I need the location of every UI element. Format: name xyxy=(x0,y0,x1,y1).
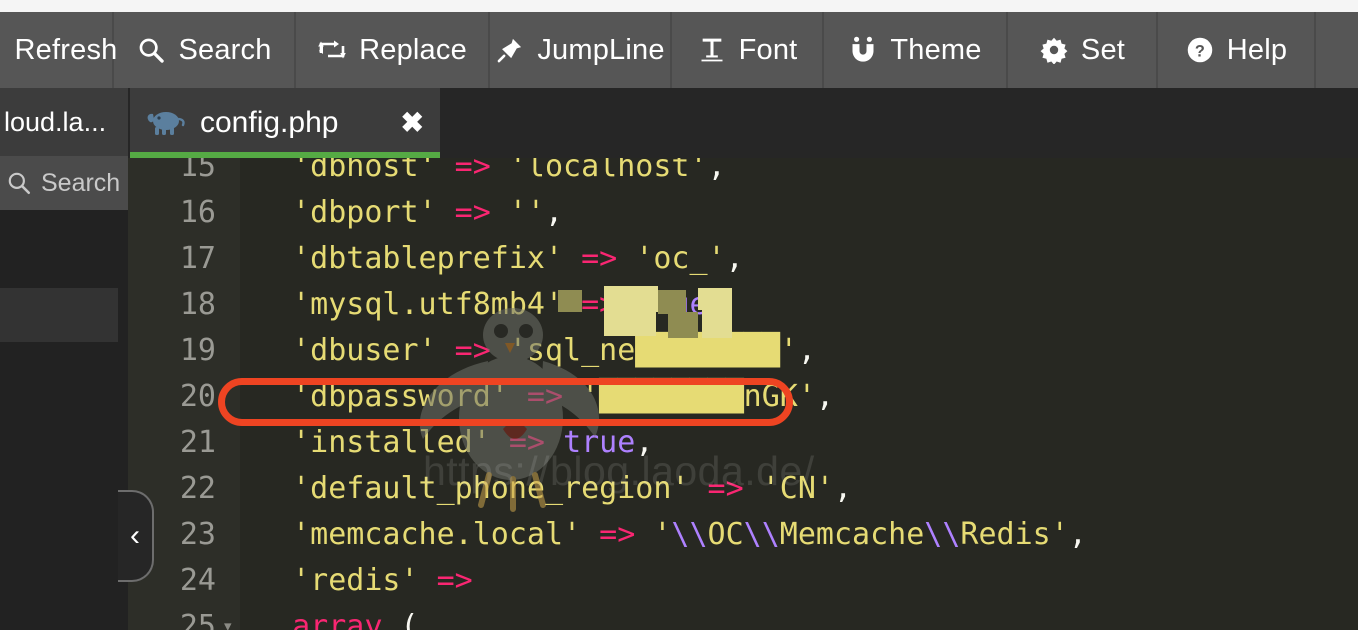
pin-icon xyxy=(495,35,525,65)
gear-icon xyxy=(1039,35,1069,65)
search-icon xyxy=(6,170,32,196)
chevron-left-icon: ‹ xyxy=(130,519,140,553)
toolbar-button-label: Set xyxy=(1081,34,1125,67)
window-top-strip xyxy=(0,0,1358,12)
line-number: 20 xyxy=(128,374,216,420)
toolbar-button-jumpline[interactable]: JumpLine xyxy=(490,12,672,88)
code-editor[interactable]: https://blog.laoda.de/ 15 'dbhost' => 'l… xyxy=(128,158,1358,630)
tab-config-php[interactable]: config.php ✖ xyxy=(130,88,440,158)
line-number: 17 xyxy=(128,236,216,282)
code-line[interactable]: 25▾ array ( xyxy=(240,604,1358,630)
search-icon xyxy=(136,35,166,65)
toolbar-button-refresh[interactable]: Refresh xyxy=(0,12,114,88)
code-line-text: 'dbhost' => 'localhost', xyxy=(256,158,726,190)
code-line[interactable]: 15 'dbhost' => 'localhost', xyxy=(240,158,1358,190)
toolbar: Refresh Search Replace JumpLine Font Theme Set… xyxy=(0,12,1358,88)
code-line[interactable]: 18 'mysql.utf8mb4' => true, xyxy=(240,282,1358,328)
line-number: 19 xyxy=(128,328,216,374)
code-line[interactable]: 22 'default_phone_region' => 'CN', xyxy=(240,466,1358,512)
font-icon xyxy=(697,35,727,65)
code-line[interactable]: 24 'redis' => xyxy=(240,558,1358,604)
sidebar-list-item[interactable] xyxy=(0,288,118,342)
tab-bar: config.php ✖ xyxy=(128,88,1358,158)
code-line-text: 'dbport' => '', xyxy=(256,190,563,236)
toolbar-button-set[interactable]: Set xyxy=(1008,12,1158,88)
code-line[interactable]: 21 'installed' => true, xyxy=(240,420,1358,466)
code-line[interactable]: 19 'dbuser' => 'sql_ne████████', xyxy=(240,328,1358,374)
code-line-text: 'dbuser' => 'sql_ne████████', xyxy=(256,328,816,374)
toolbar-button-search[interactable]: Search xyxy=(114,12,296,88)
sidebar-search-label: Search xyxy=(41,169,120,198)
toolbar-button-label: Help xyxy=(1227,34,1287,67)
magnet-icon xyxy=(848,35,878,65)
toolbar-button-label: Replace xyxy=(359,34,467,67)
code-fold-toggle[interactable]: ▾ xyxy=(224,604,238,630)
line-number: 18 xyxy=(128,282,216,328)
sidebar-search-input[interactable]: Search xyxy=(0,156,128,210)
code-line-text: 'dbtableprefix' => 'oc_', xyxy=(256,236,744,282)
code-line[interactable]: 20 'dbpassword' => '████████nGK', xyxy=(240,374,1358,420)
toolbar-button-font[interactable]: Font xyxy=(672,12,824,88)
code-line[interactable]: 23 'memcache.local' => '\\OC\\Memcache\\… xyxy=(240,512,1358,558)
line-number: 16 xyxy=(128,190,216,236)
sidebar-tab-cloud[interactable]: loud.la... xyxy=(0,88,128,156)
help-icon: ? xyxy=(1185,35,1215,65)
line-number: 15 xyxy=(128,158,216,190)
code-line-text: 'mysql.utf8mb4' => true, xyxy=(256,282,726,328)
code-line-text: 'redis' => xyxy=(256,558,473,604)
code-line[interactable]: 17 'dbtableprefix' => 'oc_', xyxy=(240,236,1358,282)
toolbar-button-help[interactable]: ? Help xyxy=(1158,12,1316,88)
code-line-text: 'memcache.local' => '\\OC\\Memcache\\Red… xyxy=(256,512,1087,558)
tab-close-icon[interactable]: ✖ xyxy=(401,109,424,137)
editor-window: Refresh Search Replace JumpLine Font Theme Set… xyxy=(0,0,1358,630)
sidebar-collapse-button[interactable]: ‹ xyxy=(118,490,154,582)
toolbar-button-label: JumpLine xyxy=(537,34,664,67)
code-line-text: array ( xyxy=(256,604,419,630)
code-line-text: 'installed' => true, xyxy=(256,420,653,466)
code-line[interactable]: 16 'dbport' => '', xyxy=(240,190,1358,236)
sidebar-tab-label: loud.la... xyxy=(4,107,106,138)
left-sidebar: loud.la... Search xyxy=(0,88,128,630)
code-line-text: 'default_phone_region' => 'CN', xyxy=(256,466,852,512)
toolbar-button-label: Font xyxy=(739,34,798,67)
line-number: 21 xyxy=(128,420,216,466)
toolbar-button-label: Refresh xyxy=(15,34,118,67)
refresh-icon xyxy=(0,35,3,65)
code-lines: 15 'dbhost' => 'localhost',16 'dbport' =… xyxy=(240,158,1358,630)
code-line-text: 'dbpassword' => '████████nGK', xyxy=(256,374,834,420)
toolbar-button-label: Search xyxy=(178,34,271,67)
svg-text:?: ? xyxy=(1195,42,1205,60)
toolbar-button-theme[interactable]: Theme xyxy=(824,12,1008,88)
replace-icon xyxy=(317,35,347,65)
tab-file-name: config.php xyxy=(200,106,338,140)
toolbar-button-replace[interactable]: Replace xyxy=(296,12,490,88)
toolbar-button-label: Theme xyxy=(890,34,981,67)
php-elephant-icon xyxy=(146,108,186,138)
line-number: 25 xyxy=(128,604,216,630)
